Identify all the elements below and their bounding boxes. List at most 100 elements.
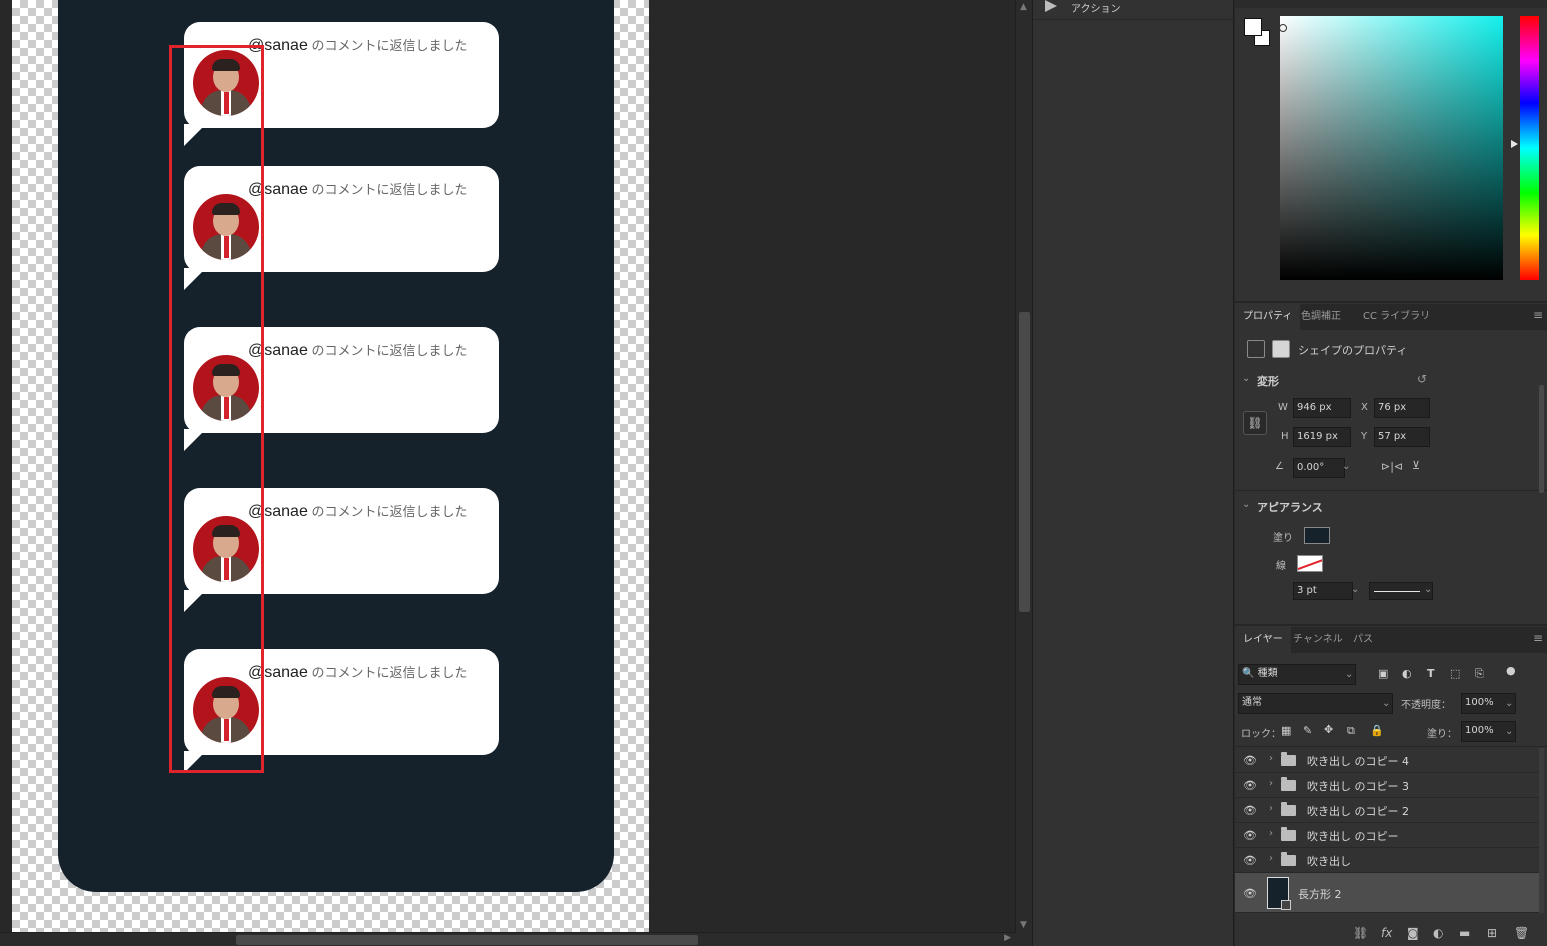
eye-icon[interactable]: 👁 (1243, 754, 1257, 767)
eye-icon[interactable]: 👁 (1243, 779, 1257, 792)
layer-name[interactable]: 吹き出し のコピー 4 (1307, 753, 1409, 769)
canvas-horizontal-scrollbar[interactable]: ▶ (0, 932, 1015, 946)
canvas-area[interactable]: @sanae のコメントに返信しました @sanae のコメントに返信しました … (0, 0, 1015, 932)
red-highlight-frame (169, 45, 264, 773)
layer-name[interactable]: 長方形 2 (1298, 886, 1342, 902)
chevron-right-icon[interactable]: › (1269, 853, 1273, 864)
hue-slider[interactable] (1520, 16, 1539, 280)
scroll-thumb[interactable] (1019, 312, 1030, 612)
flip-vertical-icon[interactable]: ⊻ (1412, 459, 1420, 472)
width-field[interactable]: 946 px (1293, 398, 1351, 418)
layer-name[interactable]: 吹き出し のコピー 2 (1307, 803, 1409, 819)
layers-scrollbar[interactable] (1539, 748, 1544, 913)
lock-transparency-icon[interactable]: ▦ (1281, 724, 1291, 737)
layer-name[interactable]: 吹き出し のコピー 3 (1307, 778, 1409, 794)
chevron-down-icon[interactable]: ⌄ (1342, 461, 1350, 472)
chevron-down-icon: ⌄ (1505, 698, 1514, 709)
link-layers-icon[interactable]: ⛓ (1353, 926, 1368, 940)
color-picker-cursor[interactable] (1279, 24, 1287, 32)
lock-image-icon[interactable]: ✎ (1303, 724, 1312, 737)
saturation-brightness-field[interactable] (1280, 16, 1503, 280)
chevron-right-icon[interactable]: › (1269, 803, 1273, 814)
trash-icon[interactable]: 🗑 (1514, 926, 1529, 940)
layer-row-selected[interactable]: 👁 長方形 2 (1235, 873, 1539, 913)
layer-row[interactable]: 👁 › 吹き出し (1235, 848, 1539, 873)
foreground-color-swatch[interactable] (1244, 18, 1262, 36)
panel-menu-icon[interactable]: ≡ (1533, 631, 1543, 645)
adjustment-icon[interactable]: ◐ (1433, 926, 1443, 940)
fill-color-swatch[interactable] (1304, 527, 1330, 544)
eye-icon[interactable]: 👁 (1243, 829, 1257, 842)
x-field[interactable]: 76 px (1374, 398, 1430, 418)
layers-tabbar: レイヤー チャンネル パス ≡ (1235, 627, 1547, 653)
stroke-color-swatch[interactable] (1297, 555, 1323, 572)
fx-icon[interactable]: fx (1381, 926, 1392, 940)
tab-adjustments[interactable]: 色調補正 (1293, 304, 1349, 330)
lock-all-icon[interactable]: 🔒 (1370, 724, 1384, 737)
layer-name[interactable]: 吹き出し (1307, 853, 1351, 869)
adjustment-layer-filter-icon[interactable]: ◐ (1402, 667, 1412, 680)
stroke-width-field[interactable]: 3 pt (1293, 582, 1353, 600)
canvas-vertical-scrollbar[interactable]: ▲ ▼ (1015, 0, 1032, 932)
panel-menu-icon[interactable]: ≡ (1533, 308, 1543, 322)
height-field[interactable]: 1619 px (1293, 427, 1351, 447)
tab-cc-libraries[interactable]: CC ライブラリ (1355, 304, 1438, 330)
tab-layers[interactable]: レイヤー (1235, 627, 1291, 653)
stroke-style-dropdown[interactable]: ⌄ (1369, 582, 1433, 600)
transform-section-title[interactable]: 変形 (1257, 373, 1279, 389)
flip-horizontal-icon[interactable]: ⊳|⊲ (1381, 460, 1403, 473)
lock-artboard-icon[interactable]: ⧉ (1347, 724, 1355, 738)
scroll-up-icon[interactable]: ▲ (1020, 2, 1027, 12)
type-layer-filter-icon[interactable]: T (1427, 667, 1435, 680)
new-group-icon[interactable]: ▬ (1459, 926, 1470, 940)
angle-field[interactable]: 0.00° (1293, 458, 1345, 478)
scroll-down-icon[interactable]: ▼ (1020, 920, 1027, 930)
layer-row[interactable]: 👁 › 吹き出し のコピー 2 (1235, 798, 1539, 823)
eye-icon[interactable]: 👁 (1243, 887, 1257, 900)
mask-properties-icon[interactable] (1272, 340, 1290, 358)
scroll-thumb[interactable] (236, 935, 698, 945)
layer-filter-dropdown[interactable]: 🔍 種類 ⌄ (1238, 664, 1356, 685)
action-item[interactable]: アクション (1033, 0, 1233, 20)
filter-toggle-icon[interactable]: ● (1506, 664, 1516, 677)
tab-channels[interactable]: チャンネル (1285, 627, 1351, 653)
layer-fill-field[interactable]: 100% ⌄ (1461, 721, 1516, 742)
layer-name[interactable]: 吹き出し のコピー (1307, 828, 1399, 844)
properties-scrollbar[interactable] (1539, 385, 1544, 493)
reset-icon[interactable]: ↺ (1417, 372, 1427, 386)
rectangle-shape[interactable] (58, 0, 614, 892)
hue-slider-marker[interactable] (1511, 140, 1518, 148)
blend-mode-dropdown[interactable]: 通常 ⌄ (1238, 693, 1393, 714)
chevron-right-icon[interactable]: › (1269, 778, 1273, 789)
link-dimensions-icon[interactable]: ⛓ (1243, 411, 1267, 435)
tab-paths[interactable]: パス (1345, 627, 1381, 653)
layer-row[interactable]: 👁 › 吹き出し のコピー 3 (1235, 773, 1539, 798)
scroll-right-icon[interactable]: ▶ (1004, 933, 1011, 943)
tab-properties[interactable]: プロパティ (1235, 304, 1301, 330)
document-canvas[interactable]: @sanae のコメントに返信しました @sanae のコメントに返信しました … (12, 0, 649, 932)
pixel-layer-filter-icon[interactable]: ▣ (1378, 667, 1388, 680)
eye-icon[interactable]: 👁 (1243, 804, 1257, 817)
foreground-background-swatches[interactable] (1244, 18, 1274, 48)
chevron-right-icon[interactable]: › (1269, 828, 1273, 839)
y-field[interactable]: 57 px (1374, 427, 1430, 447)
eye-icon[interactable]: 👁 (1243, 854, 1257, 867)
smart-object-filter-icon[interactable]: ⎘ (1475, 667, 1484, 681)
layer-row[interactable]: 👁 › 吹き出し のコピー (1235, 823, 1539, 848)
new-layer-icon[interactable]: ⊞ (1487, 926, 1497, 940)
play-icon[interactable] (1045, 0, 1057, 12)
folder-icon (1281, 827, 1296, 841)
shape-layer-filter-icon[interactable]: ⬚ (1450, 667, 1460, 680)
add-mask-icon[interactable]: ◙ (1407, 926, 1419, 940)
chevron-down-icon[interactable]: ⌄ (1351, 584, 1359, 595)
chevron-right-icon[interactable]: › (1269, 753, 1273, 764)
lock-position-icon[interactable]: ✥ (1324, 723, 1333, 736)
layer-row[interactable]: 👁 › 吹き出し のコピー 4 (1235, 748, 1539, 773)
opacity-field[interactable]: 100% ⌄ (1461, 693, 1516, 714)
appearance-section-title[interactable]: アピアランス (1257, 499, 1323, 515)
bubble-message: のコメントに返信しました (307, 665, 468, 680)
chevron-down-icon[interactable]: ⌄ (1242, 373, 1250, 384)
layer-thumbnail[interactable] (1267, 877, 1291, 910)
width-label: W (1278, 402, 1288, 413)
chevron-down-icon[interactable]: ⌄ (1242, 499, 1250, 510)
